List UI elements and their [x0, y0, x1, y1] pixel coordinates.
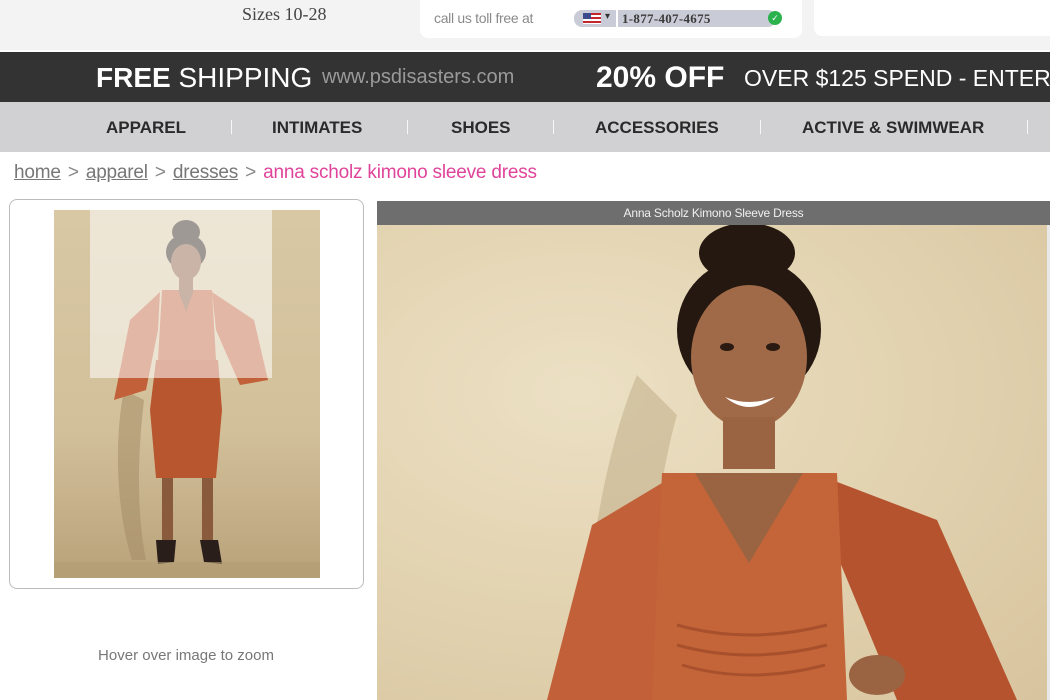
- nav-separator: [231, 120, 232, 134]
- nav-separator: [553, 120, 554, 134]
- breadcrumb-home[interactable]: home: [14, 162, 61, 183]
- nav-item-accessories[interactable]: ACCESSORIES: [595, 118, 719, 138]
- free-shipping-bold: FREE: [96, 62, 171, 93]
- zoom-lens[interactable]: [90, 210, 272, 378]
- nav-separator: [407, 120, 408, 134]
- nav-separator: [760, 120, 761, 134]
- country-selector[interactable]: ▾: [574, 10, 616, 27]
- promo-banner[interactable]: FREE SHIPPING www.psdisasters.com 20% OF…: [0, 52, 1050, 102]
- breadcrumb: home > apparel > dresses > anna scholz k…: [14, 162, 537, 184]
- phone-box: call us toll free at ▾ 1-877-407-4675 ✓: [420, 0, 802, 38]
- phone-label: call us toll free at: [434, 10, 534, 26]
- thumbnail-panel: [9, 199, 364, 589]
- free-shipping-light: SHIPPING: [178, 62, 313, 93]
- nav-item-active-swimwear[interactable]: ACTIVE & SWIMWEAR: [802, 118, 984, 138]
- breadcrumb-separator: >: [154, 162, 166, 183]
- product-main-image[interactable]: [377, 225, 1050, 700]
- zoom-hint: Hover over image to zoom: [98, 647, 274, 664]
- breadcrumb-current: anna scholz kimono sleeve dress: [263, 162, 537, 183]
- nav-item-shoes[interactable]: SHOES: [451, 118, 511, 138]
- promo-url: www.psdisasters.com: [322, 66, 515, 88]
- main-nav: APPAREL INTIMATES SHOES ACCESSORIES ACTI…: [0, 102, 1050, 152]
- search-input[interactable]: [814, 0, 1050, 36]
- top-header: Sizes 10-28 call us toll free at ▾ 1-877…: [0, 0, 1050, 50]
- discount-text: 20% OFF: [596, 61, 725, 94]
- nav-separator: [1027, 120, 1028, 134]
- breadcrumb-dresses[interactable]: dresses: [173, 162, 238, 183]
- main-image-panel: Anna Scholz Kimono Sleeve Dress: [377, 201, 1050, 700]
- nav-item-intimates[interactable]: INTIMATES: [272, 118, 362, 138]
- product-title-bar: Anna Scholz Kimono Sleeve Dress: [377, 201, 1050, 225]
- breadcrumb-apparel[interactable]: apparel: [86, 162, 148, 183]
- online-status-icon: ✓: [768, 11, 782, 25]
- breadcrumb-separator: >: [245, 162, 257, 183]
- nav-item-apparel[interactable]: APPAREL: [106, 118, 186, 138]
- free-shipping-text: FREE SHIPPING: [96, 62, 312, 94]
- chevron-down-icon: ▾: [605, 11, 611, 22]
- product-thumbnail[interactable]: [54, 210, 320, 578]
- product-title: Anna Scholz Kimono Sleeve Dress: [623, 206, 804, 220]
- phone-number-box: 1-877-407-4675: [618, 10, 776, 27]
- phone-number: 1-877-407-4675: [622, 11, 711, 26]
- spend-text: OVER $125 SPEND - ENTER: [744, 65, 1050, 91]
- breadcrumb-separator: >: [67, 162, 79, 183]
- sizes-text: Sizes 10-28: [242, 4, 327, 24]
- main-model-image: [547, 225, 1017, 700]
- us-flag-icon: [583, 13, 601, 24]
